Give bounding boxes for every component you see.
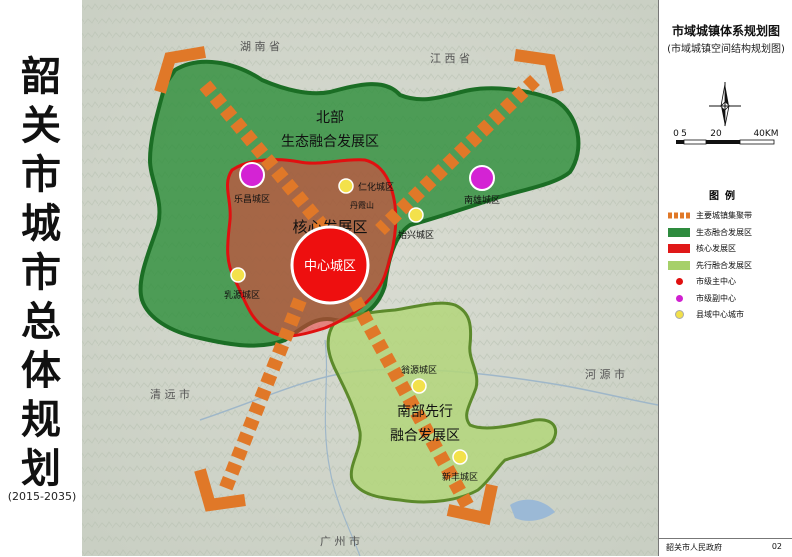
red-dot-icon xyxy=(668,277,690,286)
city-label-lechang: 乐昌城区 xyxy=(234,193,270,205)
legend-label: 市级主中心 xyxy=(696,277,736,286)
city-label-ruyuan: 乳源城区 xyxy=(224,289,260,301)
county-center-marker-renhua xyxy=(338,178,354,194)
zone-label-north-line2: 生态融合发展区 xyxy=(281,134,379,150)
legend-item-band: 主要城镇集聚带 xyxy=(668,208,788,223)
legend-item-core: 核心发展区 xyxy=(668,241,788,256)
title-char: 市 xyxy=(21,151,61,198)
county-center-marker-xinfeng xyxy=(452,449,468,465)
sub-center-marker-lechang xyxy=(239,162,265,188)
county-center-marker-ruyuan xyxy=(230,267,246,283)
map-title: 市域城镇体系规划图 xyxy=(671,24,780,38)
dashed-band-icon xyxy=(668,211,690,220)
title-char: 划 xyxy=(21,445,61,492)
zone-label-south-line1: 南部先行 xyxy=(397,404,453,420)
place-label-danxia: 丹霞山 xyxy=(350,200,374,210)
legend-item-pilot: 先行融合发展区 xyxy=(668,258,788,273)
map-subtitle: (市域城镇空间结构规划图) xyxy=(667,44,785,55)
map-footer: 韶关市人民政府 02 xyxy=(658,538,792,557)
scale-label-5: 5 xyxy=(681,129,687,139)
legend: 主要城镇集聚带 生态融合发展区 核心发展区 先行融合发展区 市级主中心 市级副中… xyxy=(668,208,788,324)
city-label-center: 中心城区 xyxy=(304,259,356,274)
zone-label-north-line1: 北部 xyxy=(316,110,344,126)
sub-center-marker-nanxiong xyxy=(469,165,495,191)
city-label-shixing: 始兴城区 xyxy=(398,229,434,241)
issuer-label: 韶关市人民政府 xyxy=(666,543,722,552)
region-label-guangzhou: 广 州 市 xyxy=(320,534,360,548)
legend-item-sub-center: 市级副中心 xyxy=(668,291,788,306)
city-label-xinfeng: 新丰城区 xyxy=(442,471,478,483)
plan-title: 韶 关 市 城 市 总 体 规 划 xyxy=(14,52,68,493)
north-arrow-icon xyxy=(709,82,741,127)
yellow-dot-icon xyxy=(668,310,690,319)
legend-label: 先行融合发展区 xyxy=(696,260,752,270)
region-label-hunan: 湖 南 省 xyxy=(240,40,280,53)
title-char: 体 xyxy=(21,347,61,394)
legend-item-eco: 生态融合发展区 xyxy=(668,225,788,240)
legend-item-main-center: 市级主中心 xyxy=(668,274,788,289)
county-center-marker-shixing xyxy=(408,207,424,223)
magenta-dot-icon xyxy=(668,294,690,303)
title-char: 关 xyxy=(21,102,61,149)
legend-item-county-center: 县域中心城市 xyxy=(668,307,788,322)
region-label-heyuan: 河 源 市 xyxy=(585,367,625,381)
legend-title: 图例 xyxy=(709,191,741,202)
city-label-nanxiong: 南雄城区 xyxy=(464,194,500,206)
scale-label-20: 20 xyxy=(710,129,722,139)
legend-label: 主要城镇集聚带 xyxy=(696,211,752,220)
title-char: 城 xyxy=(21,200,61,247)
legend-label: 市级副中心 xyxy=(696,293,736,303)
light-green-swatch-icon xyxy=(668,260,690,270)
title-char: 韶 xyxy=(21,53,61,100)
legend-label: 生态融合发展区 xyxy=(696,227,752,237)
county-center-marker-wengyuan xyxy=(411,378,427,394)
scale-label-40: 40KM xyxy=(753,129,778,139)
dark-green-swatch-icon xyxy=(668,227,690,237)
scale-bar: 0 5 20 40KM xyxy=(673,129,779,145)
map-canvas: 湖 南 省 江 西 省 清 远 市 河 源 市 广 州 市 北部 生态融合发展区… xyxy=(82,0,658,556)
title-char: 总 xyxy=(21,298,61,345)
plan-years: (2015-2035) xyxy=(7,490,77,503)
city-label-wengyuan: 翁源城区 xyxy=(401,364,437,376)
region-label-qingyuan: 清 远 市 xyxy=(150,387,190,401)
map-sheet: 韶 关 市 城 市 总 体 规 划 (2015-2035) 湖 南 省 江 西 … xyxy=(0,0,792,556)
scale-label-0: 0 xyxy=(673,129,679,139)
city-label-renhua: 仁化城区 xyxy=(358,181,394,193)
legend-label: 核心发展区 xyxy=(696,244,736,253)
region-label-jiangxi: 江 西 省 xyxy=(430,52,470,65)
title-char: 规 xyxy=(21,396,61,443)
page-number: 02 xyxy=(771,542,782,551)
legend-label: 县域中心城市 xyxy=(696,310,744,319)
title-char: 市 xyxy=(21,249,61,296)
left-title-panel: 韶 关 市 城 市 总 体 规 划 (2015-2035) xyxy=(0,0,83,556)
red-swatch-icon xyxy=(668,244,690,253)
zone-label-south-line2: 融合发展区 xyxy=(390,428,460,444)
